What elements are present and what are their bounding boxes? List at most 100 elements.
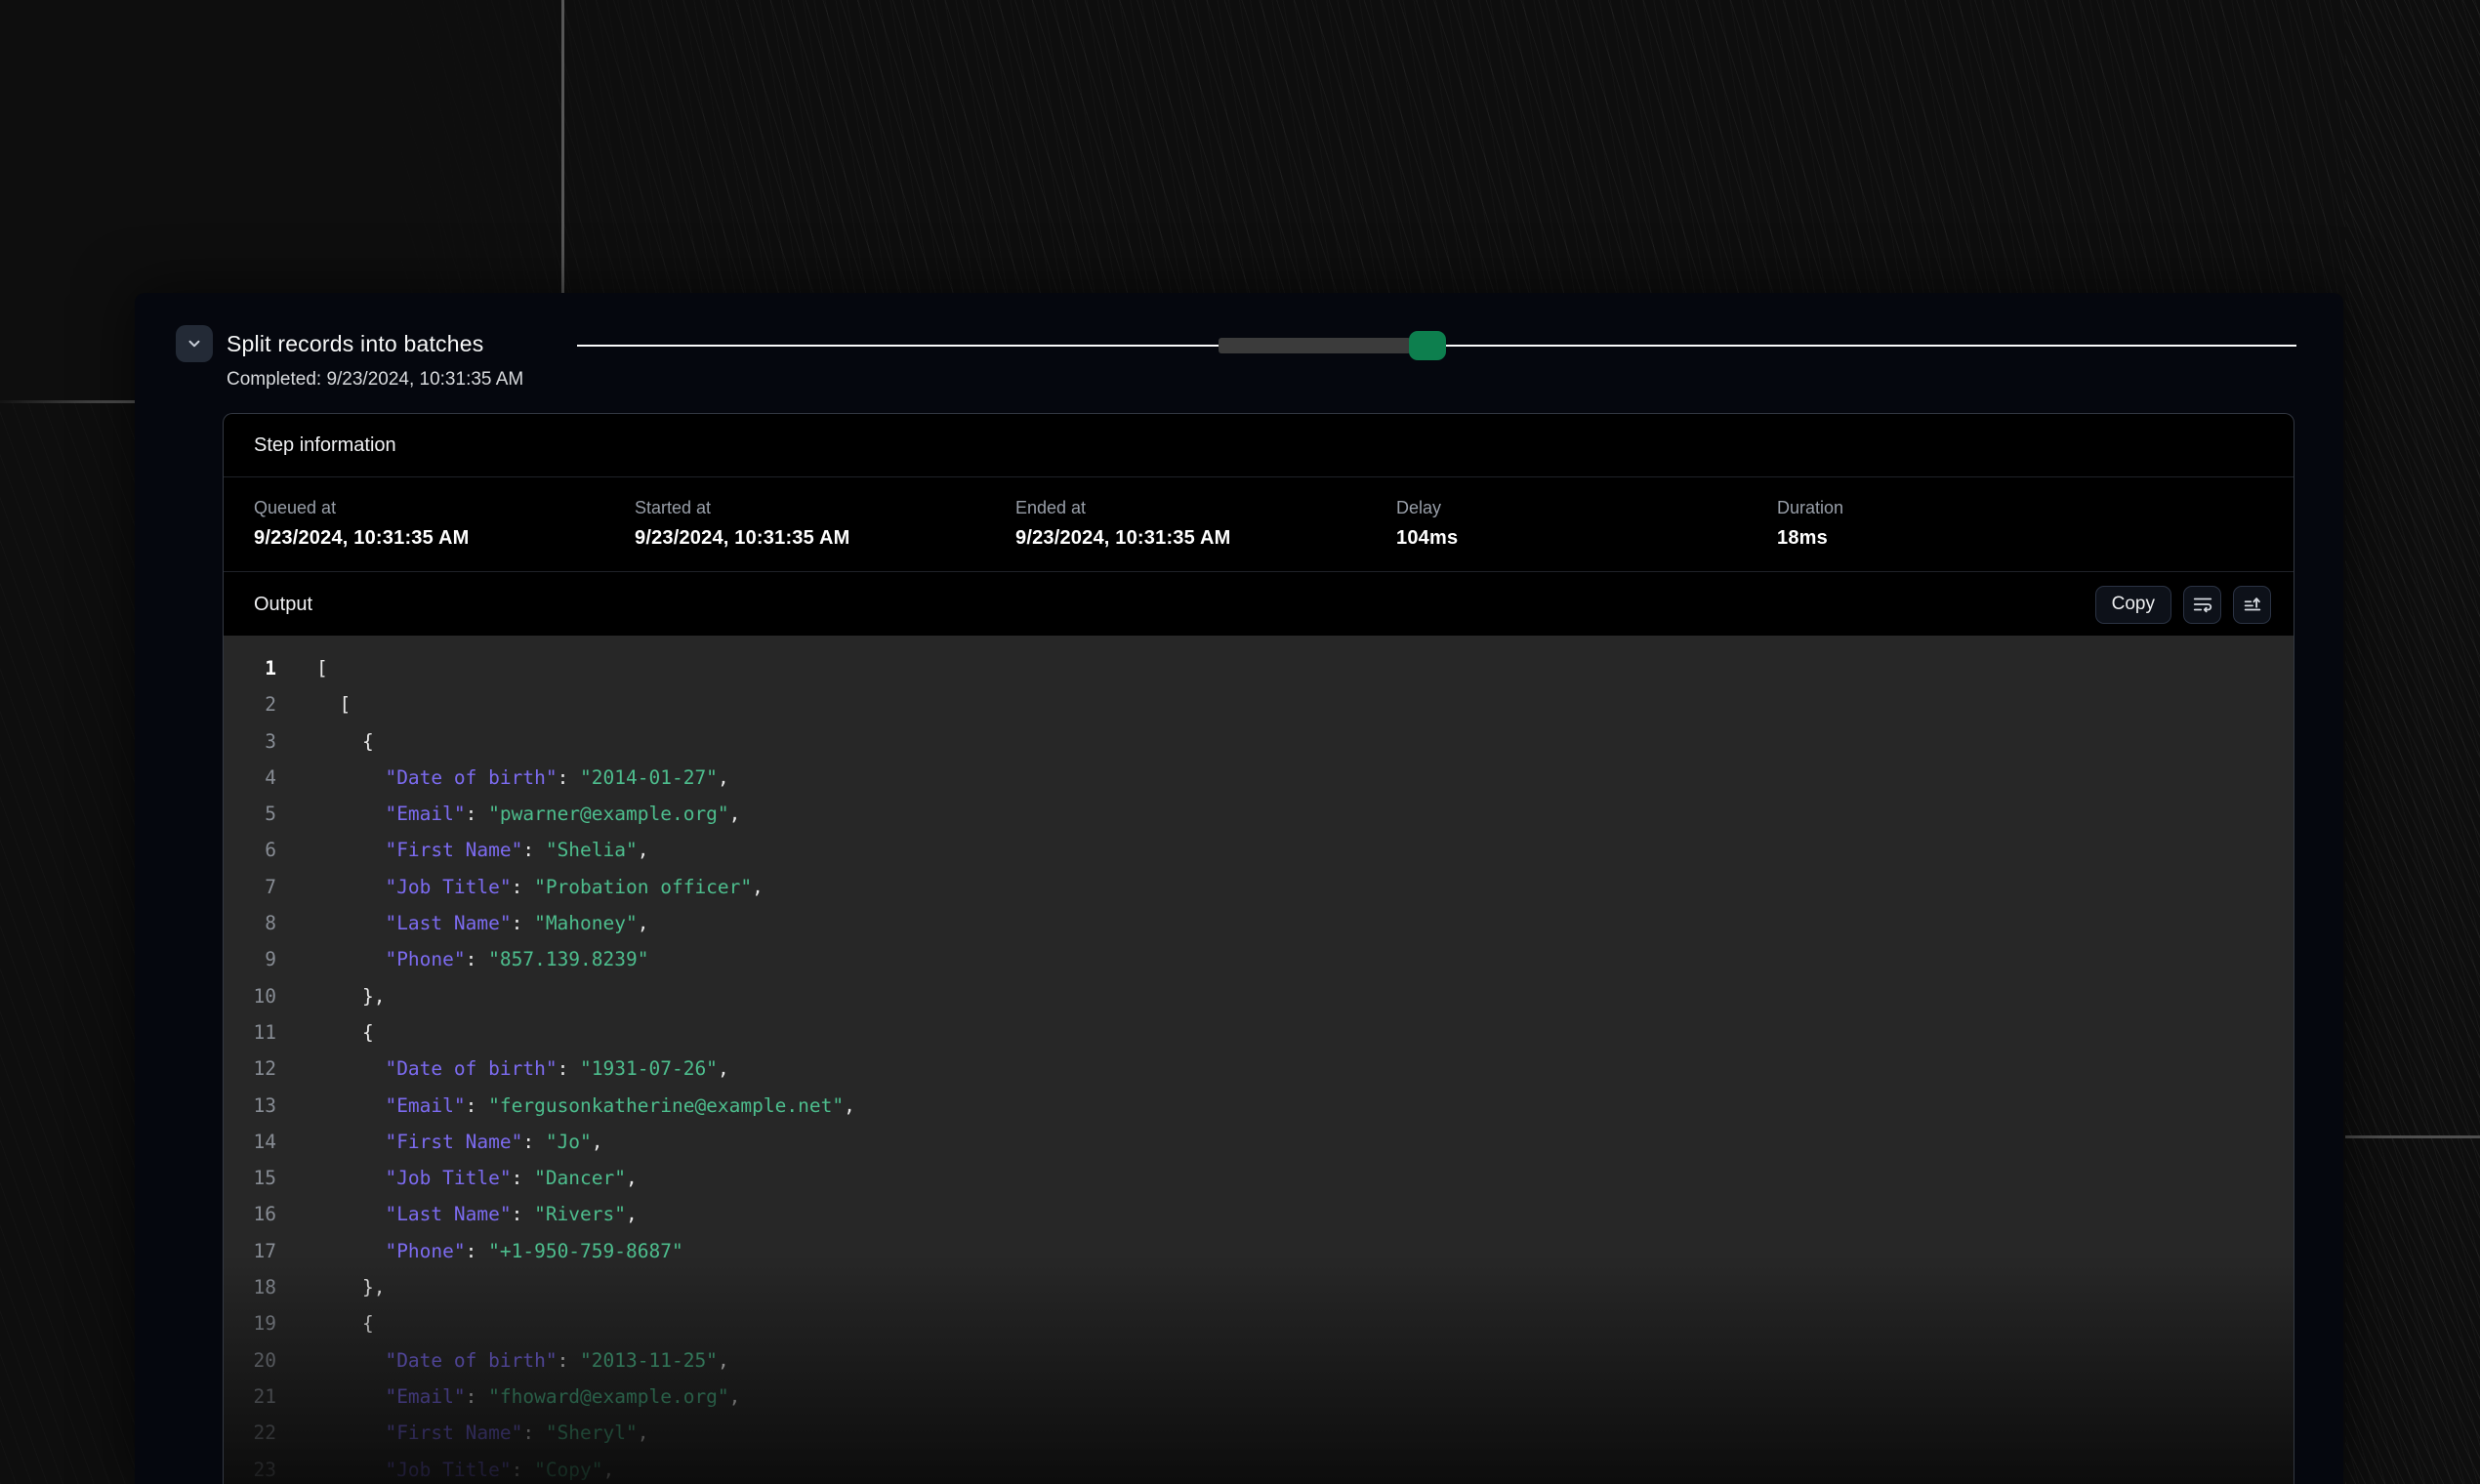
field-label: Started at (635, 498, 1015, 518)
step-info-field: Delay 104ms (1396, 498, 1777, 571)
scroll-to-top-icon (2242, 594, 2263, 615)
code-lines: 1[2 [3 {4 "Date of birth": "2014-01-27",… (224, 650, 2294, 1484)
field-value: 104ms (1396, 527, 1777, 550)
code-line: 7 "Job Title": "Probation officer", (224, 869, 2294, 905)
line-number: 17 (224, 1233, 276, 1269)
line-number: 3 (224, 723, 276, 760)
code-text: "First Name": "Jo", (316, 1124, 603, 1160)
code-text: "Phone": "857.139.8239" (316, 941, 649, 977)
line-number: 5 (224, 796, 276, 832)
step-information-header: Step information (224, 414, 2294, 477)
step-information-card: Step information Queued at9/23/2024, 10:… (223, 413, 2294, 1484)
step-status: Completed: 9/23/2024, 10:31:35 AM (227, 369, 523, 391)
field-label: Ended at (1015, 498, 1396, 518)
code-text: "Date of birth": "2013-11-25", (316, 1342, 729, 1379)
canvas-connector-right (2345, 1135, 2480, 1138)
wrap-text-button[interactable] (2183, 586, 2221, 624)
line-number: 11 (224, 1014, 276, 1051)
code-text: "Email": "pwarner@example.org", (316, 796, 740, 832)
field-label: Queued at (254, 498, 635, 518)
code-text: { (316, 1305, 374, 1341)
line-number: 20 (224, 1342, 276, 1379)
copy-button[interactable]: Copy (2095, 586, 2171, 624)
line-number: 1 (224, 650, 276, 686)
wrap-text-icon (2192, 594, 2213, 615)
scroll-to-top-button[interactable] (2233, 586, 2271, 624)
timeline-handle[interactable] (1409, 331, 1446, 360)
output-actions: Copy (2095, 586, 2271, 624)
code-text: }, (316, 978, 385, 1014)
code-line: 11 { (224, 1014, 2294, 1051)
step-detail-panel: Split records into batches Completed: 9/… (135, 293, 2343, 1484)
line-number: 21 (224, 1379, 276, 1415)
canvas-vertical-line (561, 0, 564, 293)
output-header: Output Copy (224, 572, 2294, 637)
code-line: 22 "First Name": "Sheryl", (224, 1415, 2294, 1451)
field-value: 9/23/2024, 10:31:35 AM (254, 527, 635, 550)
step-info-field: Started at 9/23/2024, 10:31:35 AM (635, 498, 1015, 571)
field-value: 18ms (1777, 527, 2158, 550)
code-line: 3 { (224, 723, 2294, 760)
code-text: { (316, 1014, 374, 1051)
line-number: 22 (224, 1415, 276, 1451)
code-line: 19 { (224, 1305, 2294, 1341)
line-number: 12 (224, 1051, 276, 1087)
line-number: 4 (224, 760, 276, 796)
code-text: "Job Title": "Probation officer", (316, 869, 764, 905)
line-number: 14 (224, 1124, 276, 1160)
code-line: 9 "Phone": "857.139.8239" (224, 941, 2294, 977)
code-line: 14 "First Name": "Jo", (224, 1124, 2294, 1160)
background-texture-top (342, 0, 2345, 293)
output-code-viewer[interactable]: 1[2 [3 {4 "Date of birth": "2014-01-27",… (224, 636, 2294, 1484)
code-line: 2 [ (224, 686, 2294, 722)
code-text: "Job Title": "Copy", (316, 1452, 614, 1484)
step-info-field: Duration 18ms (1777, 498, 2158, 571)
code-text: "Last Name": "Mahoney", (316, 905, 649, 941)
field-label: Delay (1396, 498, 1777, 518)
line-number: 2 (224, 686, 276, 722)
code-line: 1[ (224, 650, 2294, 686)
code-line: 16 "Last Name": "Rivers", (224, 1196, 2294, 1232)
code-text: "First Name": "Sheryl", (316, 1415, 649, 1451)
code-text: "Date of birth": "2014-01-27", (316, 760, 729, 796)
code-line: 18 }, (224, 1269, 2294, 1305)
code-line: 21 "Email": "fhoward@example.org", (224, 1379, 2294, 1415)
code-line: 12 "Date of birth": "1931-07-26", (224, 1051, 2294, 1087)
code-text: "Job Title": "Dancer", (316, 1160, 638, 1196)
background-texture-right (2345, 0, 2480, 1484)
step-info-field: Queued at 9/23/2024, 10:31:35 AM (254, 498, 635, 571)
line-number: 23 (224, 1452, 276, 1484)
code-text: }, (316, 1269, 385, 1305)
code-text: "Last Name": "Rivers", (316, 1196, 638, 1232)
code-line: 20 "Date of birth": "2013-11-25", (224, 1342, 2294, 1379)
line-number: 10 (224, 978, 276, 1014)
line-number: 18 (224, 1269, 276, 1305)
collapse-step-button[interactable] (176, 325, 213, 362)
step-info-fields: Queued at9/23/2024, 10:31:35 AMStarted a… (224, 477, 2294, 572)
step-title: Split records into batches (227, 331, 483, 357)
copy-button-label: Copy (2112, 594, 2155, 615)
code-text: [ (316, 686, 351, 722)
code-line: 13 "Email": "fergusonkatherine@example.n… (224, 1088, 2294, 1124)
field-label: Duration (1777, 498, 2158, 518)
code-line: 8 "Last Name": "Mahoney", (224, 905, 2294, 941)
output-title: Output (254, 594, 312, 616)
timeline-duration-segment (1219, 338, 1411, 353)
field-value: 9/23/2024, 10:31:35 AM (635, 527, 1015, 550)
step-info-field: Ended at9/23/2024, 10:31:35 AM (1015, 498, 1396, 571)
code-line: 5 "Email": "pwarner@example.org", (224, 796, 2294, 832)
code-line: 17 "Phone": "+1-950-759-8687" (224, 1233, 2294, 1269)
line-number: 19 (224, 1305, 276, 1341)
code-line: 15 "Job Title": "Dancer", (224, 1160, 2294, 1196)
code-text: "Email": "fhoward@example.org", (316, 1379, 740, 1415)
app-root: Split records into batches Completed: 9/… (0, 0, 2480, 1484)
code-line: 10 }, (224, 978, 2294, 1014)
line-number: 13 (224, 1088, 276, 1124)
code-text: "Phone": "+1-950-759-8687" (316, 1233, 683, 1269)
line-number: 6 (224, 832, 276, 868)
step-information-title: Step information (254, 434, 396, 457)
code-text: { (316, 723, 374, 760)
code-text: "Email": "fergusonkatherine@example.net"… (316, 1088, 855, 1124)
line-number: 7 (224, 869, 276, 905)
line-number: 9 (224, 941, 276, 977)
